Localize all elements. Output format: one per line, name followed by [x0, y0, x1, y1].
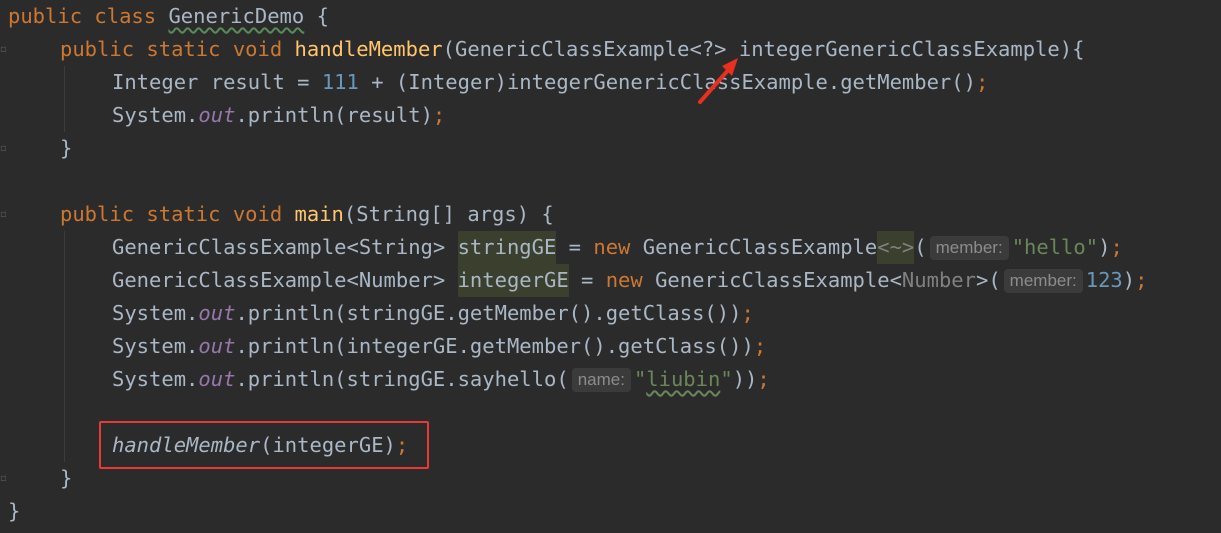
parameter-hint: member: — [929, 235, 1009, 260]
string-literal: "hello" — [1011, 235, 1099, 259]
code-text: )) — [732, 367, 758, 391]
code-line[interactable]: System. out .println(stringGE.sayhello(nam… — [112, 363, 770, 396]
code-line[interactable]: System. out .println(result); — [112, 99, 445, 132]
method-signature: (GenericClassExample<?> integerGenericCl… — [442, 37, 1085, 61]
static-field: out — [198, 334, 236, 358]
semicolon: ; — [741, 301, 754, 325]
string-quote: " — [720, 367, 733, 391]
diamond-operator: <~> — [877, 231, 915, 264]
highlight-box — [99, 421, 429, 469]
code-line[interactable]: GenericClassExample<Number> integerGE = … — [112, 264, 1147, 297]
code-text: = — [568, 268, 606, 292]
code-line[interactable]: } — [60, 132, 72, 165]
method-name: main — [294, 202, 344, 226]
code-line[interactable]: System. out .println(stringGE.getMember().… — [112, 297, 754, 330]
static-field: out — [198, 367, 236, 391]
semicolon: ; — [1110, 235, 1123, 259]
number-literal: 111 — [321, 70, 359, 94]
code-text: System. — [112, 334, 199, 358]
code-line[interactable]: } — [8, 495, 20, 528]
fold-marker-icon[interactable]: ▫ — [0, 143, 8, 154]
brace: { — [316, 4, 329, 28]
class-name: GenericDemo — [168, 4, 305, 28]
code-line[interactable]: Integer result = 111 + (Integer)integerG… — [112, 66, 988, 99]
fold-marker-icon[interactable]: ▫ — [0, 44, 8, 55]
static-field: out — [198, 301, 236, 325]
keyword: class — [94, 4, 157, 28]
code-text: ( — [914, 235, 927, 259]
brace: } — [8, 499, 21, 523]
code-line[interactable]: } — [60, 462, 72, 495]
keyword: static — [146, 37, 221, 61]
keyword: public — [60, 202, 135, 226]
string-quote: " — [633, 367, 647, 391]
code-text: ) — [1122, 268, 1136, 292]
code-line[interactable]: System. out .println(integerGE.getMember()… — [112, 330, 766, 363]
static-field: out — [198, 103, 236, 127]
string-literal: liubin — [646, 367, 721, 391]
code-text: + (Integer)integerGenericClassExample.ge… — [358, 70, 976, 94]
keyword: void — [232, 37, 283, 61]
semicolon: ; — [432, 103, 446, 127]
annotation-arrow-icon — [698, 58, 738, 104]
indent-guide — [64, 66, 65, 132]
code-text: .println(stringGE.sayhello( — [235, 367, 569, 391]
code-text: System. — [112, 301, 199, 325]
brace: } — [60, 136, 73, 160]
semicolon: ; — [757, 367, 770, 391]
method-name: handleMember — [294, 37, 443, 61]
keyword: public — [60, 37, 135, 61]
variable-highlighted: stringGE — [457, 231, 557, 264]
code-text: .println(stringGE.getMember().getClass()… — [235, 301, 742, 325]
code-text: GenericClassExample< — [642, 268, 902, 292]
code-text: .println(integerGE.getMember().getClass(… — [235, 334, 754, 358]
parameter-hint: name: — [571, 367, 631, 392]
code-text: GenericClassExample — [630, 235, 878, 259]
code-text: >( — [975, 268, 1001, 292]
semicolon: ; — [975, 70, 989, 94]
semicolon: ; — [753, 334, 767, 358]
code-line[interactable]: GenericClassExample<String> stringGE = n… — [112, 231, 1123, 264]
keyword: public — [8, 4, 83, 28]
code-text: ) — [1098, 235, 1111, 259]
keyword: static — [146, 202, 221, 226]
redundant-type-argument: Number — [901, 268, 976, 292]
variable-highlighted: integerGE — [457, 264, 569, 297]
code-text: GenericClassExample<String> — [112, 235, 458, 259]
code-text: = — [556, 235, 594, 259]
fold-marker-icon[interactable]: ▫ — [0, 473, 8, 484]
code-line[interactable]: public static void handleMember (GenericC… — [60, 33, 1084, 66]
code-line[interactable]: public static void main (String[] args) { — [60, 198, 554, 231]
code-line[interactable]: public class GenericDemo { — [8, 0, 329, 33]
brace: } — [60, 466, 73, 490]
code-editor[interactable]: ▫ ▫ ▫ ▫ public class GenericDemo { publi… — [0, 0, 1221, 533]
number-literal: 123 — [1085, 268, 1123, 292]
keyword: new — [605, 268, 643, 292]
code-text: System. — [112, 367, 199, 391]
keyword: void — [232, 202, 283, 226]
fold-marker-icon[interactable]: ▫ — [0, 209, 8, 220]
parameter-hint: member: — [1003, 268, 1083, 293]
method-signature: (String[] args) { — [343, 202, 554, 226]
code-text: .println(result) — [235, 103, 433, 127]
indent-guide — [64, 231, 65, 462]
code-text: GenericClassExample<Number> — [112, 268, 458, 292]
semicolon: ; — [1135, 268, 1148, 292]
code-text: Integer result = — [112, 70, 322, 94]
keyword: new — [593, 235, 631, 259]
code-text: System. — [112, 103, 199, 127]
